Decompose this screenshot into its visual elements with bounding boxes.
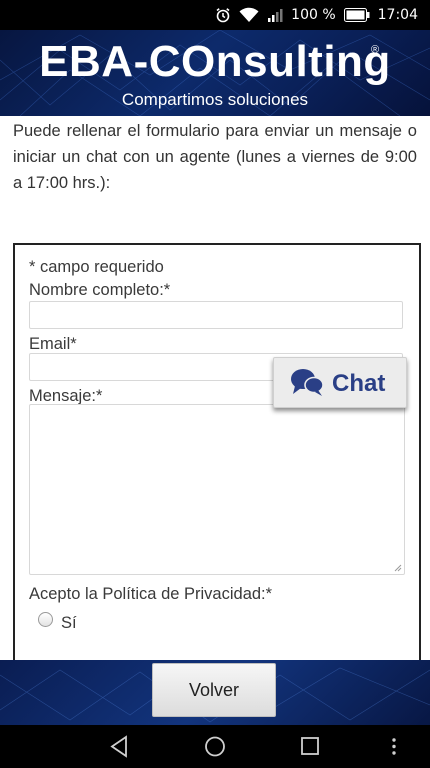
privacy-radio[interactable] [38,612,53,627]
intro-text: Puede rellenar el formulario para enviar… [13,122,417,192]
battery-percent: 100 % [291,7,336,23]
header-banner: EBA-COnsulting ® Compartimos soluciones [0,30,430,116]
email-label: Email* [29,335,77,353]
brand-logo-text: EBA-COnsulting [39,37,391,86]
chat-bubbles-icon [290,367,324,402]
home-icon[interactable] [203,725,227,768]
back-icon[interactable] [108,725,130,768]
message-field[interactable] [29,404,405,575]
privacy-label: Acepto la Política de Privacidad:* [29,585,273,603]
clock: 17:04 [377,7,418,23]
footer-bar: Volver [0,660,430,725]
brand-slogan: Compartimos soluciones [121,90,309,109]
alarm-icon [215,7,231,23]
wifi-icon [239,7,259,23]
contact-form: * campo requerido Nombre completo:* Emai… [13,243,421,663]
recents-icon[interactable] [299,725,321,768]
privacy-option-label[interactable]: Sí [61,614,77,633]
signal-icon [267,7,283,23]
required-note: * campo requerido [29,258,164,276]
battery-icon [343,8,370,22]
menu-icon[interactable] [388,725,400,768]
chat-button-label: Chat [332,370,386,397]
name-field[interactable] [29,301,403,329]
name-label: Nombre completo:* [29,281,171,299]
back-button[interactable]: Volver [152,663,276,717]
android-nav-bar [0,725,430,768]
status-bar: 100 % 17:04 [0,0,430,30]
resize-handle-icon[interactable] [394,564,402,572]
registered-mark: ® [371,44,380,56]
chat-button[interactable]: Chat [273,357,407,408]
